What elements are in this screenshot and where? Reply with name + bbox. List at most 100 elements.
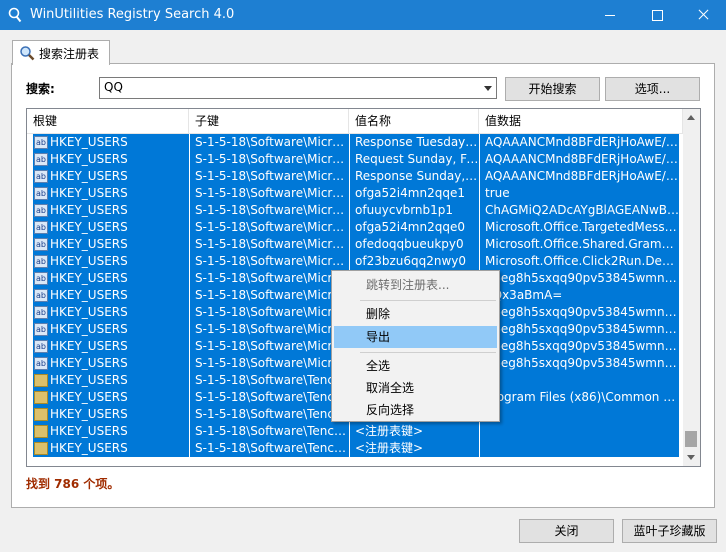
table-row[interactable]: HKEY_USERSS-1-5-18\Software\Microsof...o… (27, 185, 679, 202)
cell-value-data: Microsoft.Office.TargetedMessaging... (480, 219, 679, 236)
cell-root: HKEY_USERS (33, 168, 189, 185)
string-value-icon: ab (34, 136, 48, 149)
cell-value-data: X6eg8h5sxqq90pv53845wmnbe... (480, 321, 679, 338)
cell-root: HKEY_USERS (33, 406, 189, 423)
found-count-text: 找到 786 个项。 (26, 477, 120, 491)
cell-root: HKEY_USERS (33, 236, 189, 253)
string-value-icon: ab (34, 238, 48, 251)
menu-item-select-all[interactable]: 全选 (334, 355, 497, 377)
menu-item-export[interactable]: 导出 (334, 326, 497, 348)
cell-value-name: <注册表键> (350, 423, 479, 440)
cell-value-data: 7Qx3aBmA= (480, 287, 679, 304)
string-value-icon: ab (34, 357, 48, 370)
cell-root: HKEY_USERS (33, 304, 189, 321)
string-value-icon: ab (34, 221, 48, 234)
start-search-button[interactable]: 开始搜索 (505, 77, 600, 101)
folder-icon (34, 374, 48, 387)
cell-subkey: S-1-5-18\Software\Microsof... (190, 338, 349, 355)
cell-root: HKEY_USERS (33, 389, 189, 406)
table-row[interactable]: HKEY_USERSS-1-5-18\Software\Microsof...R… (27, 168, 679, 185)
menu-item-delete[interactable]: 删除 (334, 303, 497, 325)
column-header-value-name[interactable]: 值名称 (349, 109, 479, 133)
string-value-icon: ab (34, 272, 48, 285)
string-value-icon: ab (34, 170, 48, 183)
cell-subkey: S-1-5-18\Software\Microsof... (190, 134, 349, 151)
cell-subkey: S-1-5-18\Software\Tencent... (190, 389, 349, 406)
cell-value-name: ofga52i4mn2qqe1 (350, 185, 479, 202)
cell-subkey: S-1-5-18\Software\Microsof... (190, 236, 349, 253)
scroll-up-icon[interactable] (687, 115, 695, 120)
close-icon[interactable] (680, 0, 726, 30)
column-header-subkey[interactable]: 子键 (189, 109, 349, 133)
cell-subkey: S-1-5-18\Software\Microsof... (190, 202, 349, 219)
cell-value-name: Response Tuesday, F... (350, 134, 479, 151)
cell-value-name: ofuuycvbrnb1p1 (350, 202, 479, 219)
cell-subkey: S-1-5-18\Software\Microsof... (190, 168, 349, 185)
table-row[interactable]: HKEY_USERSS-1-5-18\Software\Microsof...o… (27, 219, 679, 236)
cell-subkey: S-1-5-18\Software\Microsof... (190, 219, 349, 236)
cell-root: HKEY_USERS (33, 338, 189, 355)
cell-root: HKEY_USERS (33, 253, 189, 270)
cell-value-name: ofga52i4mn2qqe0 (350, 219, 479, 236)
menu-separator (360, 300, 496, 301)
cell-value-data (480, 440, 679, 457)
options-button[interactable]: 选项... (605, 77, 700, 101)
cell-root: HKEY_USERS (33, 287, 189, 304)
maximize-icon[interactable] (634, 0, 680, 30)
close-button[interactable]: 关闭 (519, 519, 614, 543)
tab-label: 搜索注册表 (39, 47, 100, 61)
string-value-icon: ab (34, 323, 48, 336)
scroll-down-icon[interactable] (687, 455, 695, 460)
search-label: 搜索: (26, 82, 55, 96)
cell-subkey: S-1-5-18\Software\Tencent... (190, 440, 349, 457)
table-row[interactable]: HKEY_USERSS-1-5-18\Software\Microsof...o… (27, 236, 679, 253)
cell-value-data: Microsoft.Office.Shared.GrammarCh... (480, 236, 679, 253)
scroll-thumb[interactable] (685, 431, 697, 447)
vertical-scrollbar[interactable] (683, 109, 700, 466)
string-value-icon: ab (34, 306, 48, 319)
brand-button[interactable]: 蓝叶子珍藏版 (622, 519, 717, 543)
cell-value-data (480, 423, 679, 440)
table-row[interactable]: HKEY_USERS S-1-5-18\Software\Tencent... <注… (27, 440, 679, 457)
cell-root: HKEY_USERS (33, 185, 189, 202)
cell-subkey: S-1-5-18\Software\Microsof... (190, 270, 349, 287)
table-row[interactable]: HKEY_USERSS-1-5-18\Software\Microsof...o… (27, 202, 679, 219)
table-row[interactable]: HKEY_USERS S-1-5-18\Software\Tencent... <注… (27, 423, 679, 440)
folder-icon (34, 425, 48, 438)
chevron-down-icon[interactable] (484, 86, 492, 91)
folder-icon (34, 408, 48, 421)
cell-root: HKEY_USERS (33, 219, 189, 236)
cell-subkey: S-1-5-18\Software\Microsof... (190, 287, 349, 304)
cell-subkey: S-1-5-18\Software\Microsof... (190, 253, 349, 270)
app-icon (8, 7, 22, 23)
string-value-icon: ab (34, 340, 48, 353)
column-header-value-data[interactable]: 值数据 (479, 109, 683, 133)
list-header: 根键 子键 值名称 值数据 (27, 109, 683, 134)
table-row[interactable]: HKEY_USERSS-1-5-18\Software\Microsof...R… (27, 151, 679, 168)
tab-search-registry[interactable]: 搜索注册表 (12, 40, 110, 65)
cell-root: HKEY_USERS (33, 151, 189, 168)
magnifier-icon (20, 46, 35, 61)
string-value-icon: ab (34, 289, 48, 302)
table-row[interactable]: HKEY_USERSS-1-5-18\Software\Microsof...R… (27, 134, 679, 151)
cell-subkey: S-1-5-18\Software\Microsof... (190, 185, 349, 202)
cell-subkey: S-1-5-18\Software\Microsof... (190, 151, 349, 168)
menu-item-deselect-all[interactable]: 取消全选 (334, 377, 497, 399)
column-header-root[interactable]: 根键 (27, 109, 189, 133)
cell-subkey: S-1-5-18\Software\Microsof... (190, 304, 349, 321)
cell-value-data: X6eg8h5sxqq90pv53845wmnbe... (480, 338, 679, 355)
table-row[interactable]: HKEY_USERSS-1-5-18\Software\Microsof...o… (27, 253, 679, 270)
cell-value-name: Request Sunday, Feb... (350, 151, 479, 168)
menu-item-invert-selection[interactable]: 反向选择 (334, 399, 497, 421)
search-combobox[interactable]: QQ (99, 77, 497, 99)
cell-value-data: AQAAANCMnd8BFdERjHoAwE/Cl+sB... (480, 151, 679, 168)
cell-value-name: ofedoqqbueukpy0 (350, 236, 479, 253)
context-menu: 跳转到注册表... 删除 导出 全选 取消全选 反向选择 (331, 270, 500, 422)
string-value-icon: ab (34, 187, 48, 200)
cell-root: HKEY_USERS (33, 440, 189, 457)
cell-value-data: AQAAANCMnd8BFdERjHoAwE/Cl+sB... (480, 168, 679, 185)
search-input[interactable]: QQ (104, 80, 123, 94)
cell-value-data: Microsoft.Office.Click2Run.Deprecat... (480, 253, 679, 270)
title-bar: WinUtilities Registry Search 4.0 (0, 0, 726, 30)
minimize-icon[interactable] (587, 0, 633, 30)
